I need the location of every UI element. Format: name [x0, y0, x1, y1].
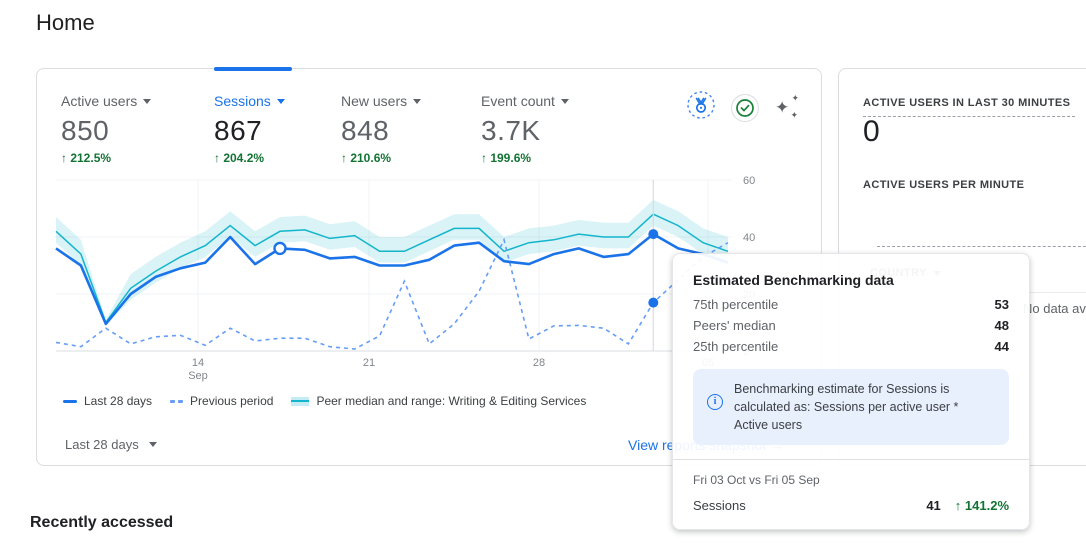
tooltip-title: Estimated Benchmarking data [693, 272, 894, 288]
benchmarking-tooltip: Estimated Benchmarking data 75th percent… [672, 253, 1030, 531]
metric-delta: ↑ 210.6% [341, 151, 392, 165]
chevron-down-icon [148, 442, 157, 447]
date-range-selector[interactable]: Last 28 days [65, 437, 157, 452]
chevron-down-icon [560, 98, 569, 104]
metric-value: 3.7K [481, 115, 541, 146]
verified-check-icon[interactable] [731, 93, 759, 122]
metric-active-users[interactable]: Active users 850 ↑ 212.5% [61, 93, 152, 165]
active-users-30min-label[interactable]: ACTIVE USERS IN LAST 30 MINUTES [863, 97, 1075, 117]
chevron-down-icon [413, 98, 422, 104]
svg-text:14: 14 [192, 357, 204, 369]
metric-delta: ↑ 199.6% [481, 151, 532, 165]
solid-line-swatch [63, 399, 77, 403]
note-text: Benchmarking estimate for Sessions is ca… [734, 382, 959, 433]
chevron-down-icon [276, 98, 285, 104]
metric-value: 850 [61, 115, 110, 146]
metric-label: Event count [481, 93, 555, 109]
tooltip-row-25th: 25th percentile 44 [693, 339, 1009, 354]
legend-previous-period: Previous period [170, 394, 273, 408]
no-data-text: No data available [1023, 301, 1086, 316]
sparkles-icon[interactable]: ✦ ✦ ✦ [775, 93, 799, 121]
info-icon: i [707, 394, 723, 410]
selected-metric-indicator [214, 67, 292, 71]
active-users-per-minute-label: ACTIVE USERS PER MINUTE [863, 179, 1025, 191]
metric-label: Sessions [214, 93, 271, 109]
svg-text:60: 60 [743, 175, 755, 187]
metric-event-count[interactable]: Event count 3.7K ↑ 199.6% [481, 93, 569, 165]
metric-delta: ↑ 204.2% [214, 151, 265, 165]
recently-accessed-heading: Recently accessed [30, 514, 174, 531]
per-minute-baseline [877, 246, 1086, 247]
metric-label: Active users [61, 93, 138, 109]
dashed-line-swatch [170, 399, 184, 403]
metric-delta: ↑ 212.5% [61, 151, 112, 165]
chevron-down-icon [143, 98, 152, 104]
metric-sessions[interactable]: Sessions 867 ↑ 204.2% [214, 93, 285, 165]
metric-new-users[interactable]: New users 848 ↑ 210.6% [341, 93, 422, 165]
svg-text:28: 28 [533, 357, 545, 369]
benchmarking-medal-icon[interactable] [687, 91, 715, 124]
metric-label: New users [341, 93, 408, 109]
band-swatch [291, 396, 310, 406]
tooltip-sessions-row: Sessions 41 ↑ 141.2% [693, 498, 1009, 514]
metric-value: 848 [341, 115, 390, 146]
benchmark-note: i Benchmarking estimate for Sessions is … [693, 369, 1009, 446]
metric-value: 867 [214, 115, 263, 146]
active-users-30min-value: 0 [863, 115, 880, 148]
legend-last-28-days: Last 28 days [63, 394, 152, 408]
svg-text:21: 21 [363, 357, 375, 369]
tooltip-row-75th: 75th percentile 53 [693, 297, 1009, 312]
comparison-dates: Fri 03 Oct vs Fri 05 Sep [693, 473, 820, 488]
svg-text:Sep: Sep [188, 370, 208, 382]
tooltip-row-median: Peers' median 48 [693, 318, 1009, 333]
page-title: Home [36, 10, 95, 35]
legend-peer-median: Peer median and range: Writing & Editing… [291, 394, 586, 408]
svg-text:40: 40 [743, 232, 755, 244]
chart-legend: Last 28 days Previous period Peer median… [63, 394, 586, 408]
